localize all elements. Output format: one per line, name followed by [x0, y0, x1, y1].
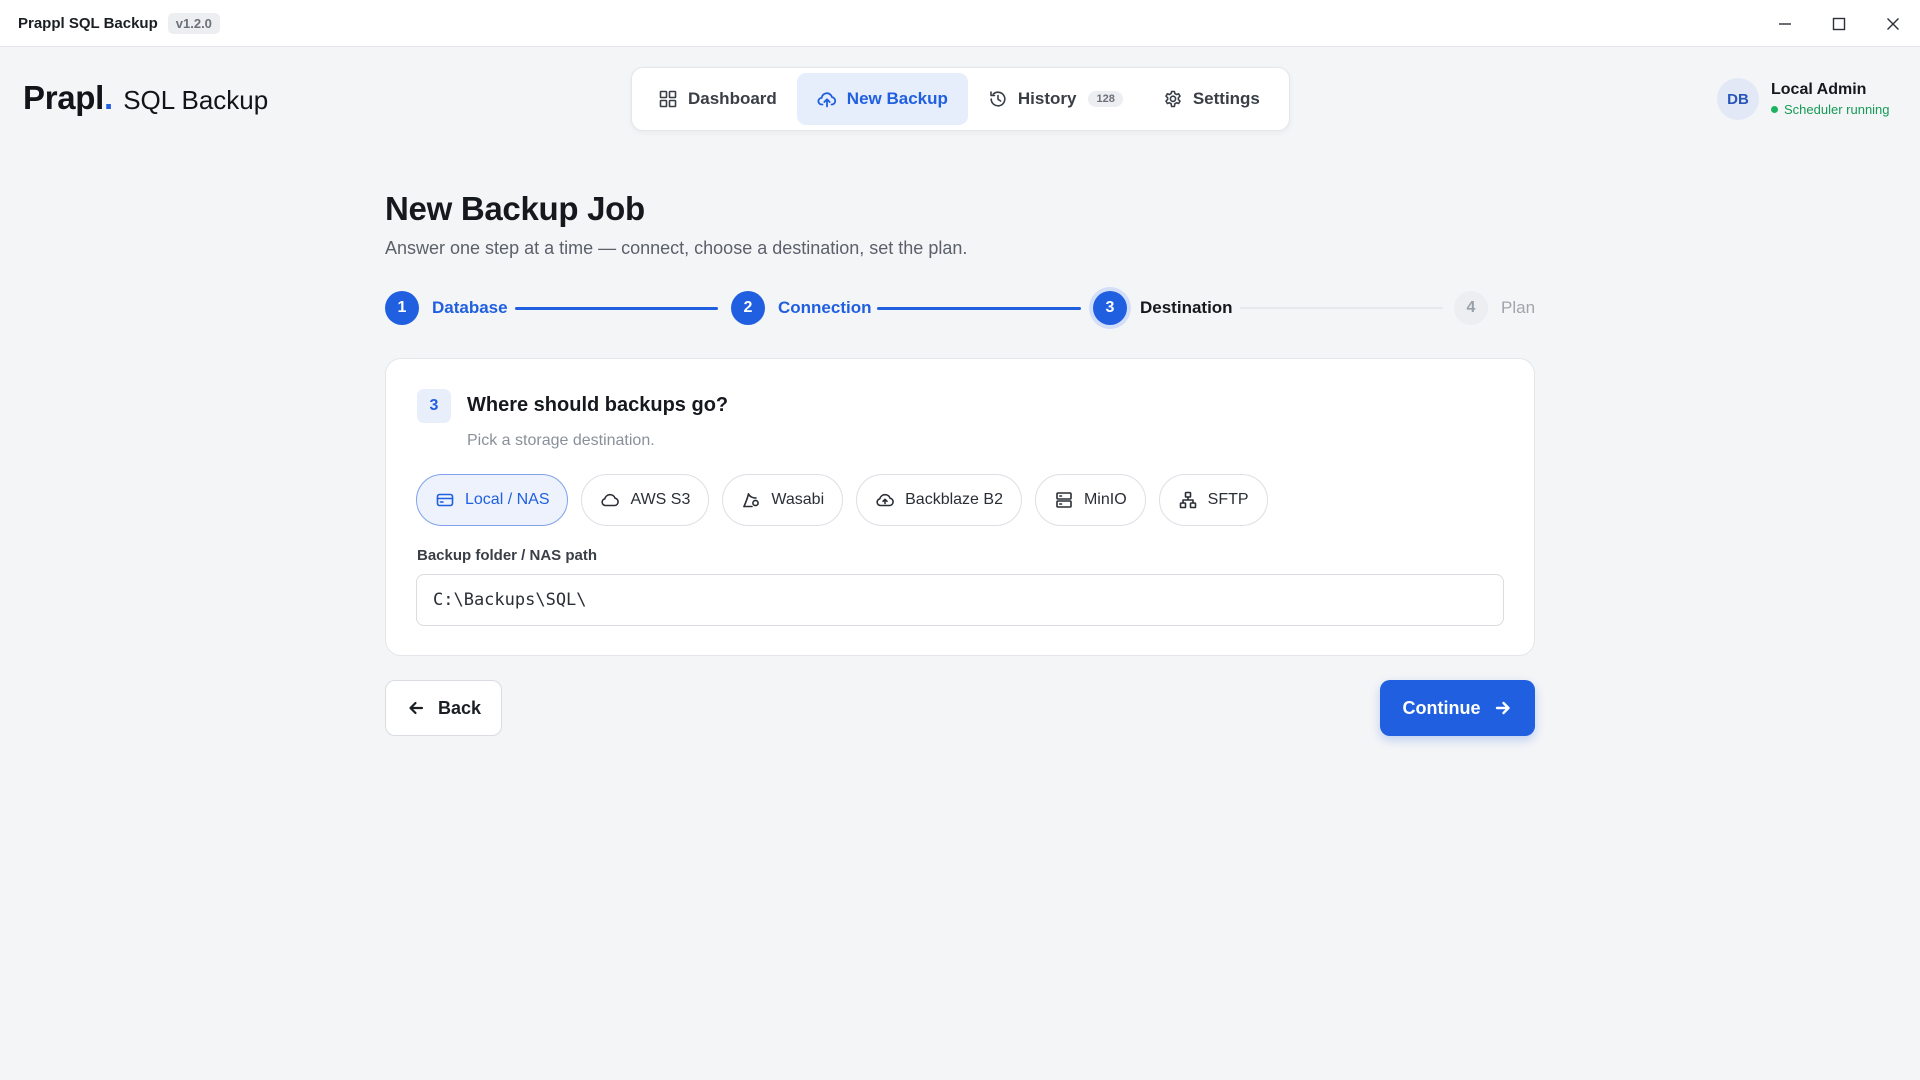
server-icon [1056, 492, 1072, 508]
destination-label: Backblaze B2 [905, 491, 1003, 508]
step-connector [515, 307, 718, 310]
step-connector [877, 307, 1081, 310]
back-button[interactable]: Back [385, 680, 502, 736]
brand-name: Prapl [23, 79, 105, 116]
question-number: 3 [417, 389, 451, 423]
status-dot-icon [1771, 106, 1778, 113]
destination-wasabi[interactable]: Wasabi [722, 474, 844, 526]
close-icon [1887, 17, 1899, 30]
main-nav: Dashboard New Backup History 128 Setting… [631, 67, 1290, 131]
arrow-left-icon [409, 701, 424, 715]
step-label: Destination [1140, 298, 1233, 317]
arrow-right-icon [1495, 701, 1510, 715]
nav-new-backup[interactable]: New Backup [796, 73, 968, 125]
step-connector [1240, 307, 1443, 309]
history-icon [990, 91, 1006, 107]
destination-label: Wasabi [771, 491, 825, 508]
question-hint: Pick a storage destination. [467, 432, 655, 449]
minimize-icon [1779, 22, 1791, 25]
close-button[interactable] [1866, 0, 1920, 47]
step-label: Database [432, 298, 508, 317]
avatar: DB [1717, 78, 1759, 120]
minimize-button[interactable] [1758, 0, 1812, 47]
gear-icon [1165, 90, 1181, 108]
destination-label: Local / NAS [465, 491, 550, 508]
destination-options: Local / NAS AWS S3 Wasabi Backblaze B2 M… [416, 474, 1268, 526]
step-label: Connection [778, 298, 872, 317]
step-number: 3 [1093, 291, 1127, 325]
destination-aws-s3[interactable]: AWS S3 [581, 474, 710, 526]
page-subtitle: Answer one step at a time — connect, cho… [385, 238, 968, 258]
back-label: Back [437, 697, 482, 718]
nav-settings[interactable]: Settings [1143, 73, 1280, 125]
cloud-icon [601, 493, 620, 507]
brand-product: SQL Backup [123, 85, 269, 115]
step-destination[interactable]: 3 Destination [1093, 290, 1233, 326]
destination-backblaze-b2[interactable]: Backblaze B2 [856, 474, 1022, 526]
cloud-storage-icon [876, 493, 894, 507]
step-database[interactable]: 1 Database [385, 290, 508, 326]
network-icon [1179, 491, 1196, 509]
step-label: Plan [1501, 298, 1536, 317]
backup-path-input[interactable] [416, 574, 1504, 626]
page-title: New Backup Job [385, 190, 645, 227]
user-info: Local Admin Scheduler running [1771, 81, 1890, 117]
version-badge: v1.2.0 [167, 12, 220, 34]
destination-card: 3 Where should backups go? Pick a storag… [385, 358, 1535, 656]
history-count-badge: 128 [1088, 91, 1123, 107]
maximize-icon [1832, 17, 1846, 30]
brand-logo: Prapl. SQL Backup [23, 79, 268, 117]
path-field-label: Backup folder / NAS path [417, 547, 598, 564]
scheduler-status-text: Scheduler running [1784, 102, 1890, 117]
destination-label: SFTP [1207, 491, 1249, 508]
user-profile[interactable]: DB Local Admin Scheduler running [1717, 78, 1890, 120]
scheduler-status: Scheduler running [1771, 102, 1890, 117]
step-number: 2 [731, 291, 765, 325]
nav-new-backup-label: New Backup [846, 89, 948, 108]
wasabi-icon [743, 493, 760, 508]
nav-dashboard[interactable]: Dashboard [638, 73, 797, 125]
user-name: Local Admin [1771, 81, 1867, 98]
wizard-stepper: 1 Database 2 Connection 3 Destination 4 … [385, 290, 1535, 326]
maximize-button[interactable] [1812, 0, 1866, 47]
destination-sftp[interactable]: SFTP [1158, 474, 1268, 526]
dashboard-grid-icon [659, 90, 677, 108]
nav-settings-label: Settings [1192, 89, 1260, 108]
window-controls [1758, 0, 1920, 47]
step-number: 1 [385, 291, 419, 325]
continue-button[interactable]: Continue [1380, 680, 1535, 736]
nav-history-label: History [1017, 89, 1077, 108]
destination-local-nas[interactable]: Local / NAS [416, 474, 569, 526]
continue-label: Continue [1402, 697, 1481, 718]
destination-minio[interactable]: MinIO [1034, 474, 1146, 526]
destination-label: AWS S3 [630, 491, 691, 508]
brand-dot: . [104, 79, 114, 116]
window-title: Prappl SQL Backup [18, 14, 158, 32]
nav-dashboard-label: Dashboard [688, 89, 777, 108]
question-title: Where should backups go? [467, 394, 729, 416]
step-plan[interactable]: 4 Plan [1454, 290, 1535, 326]
cloud-upload-icon [817, 92, 836, 108]
step-number: 4 [1454, 291, 1488, 325]
nav-history[interactable]: History 128 [968, 73, 1143, 125]
window-titlebar: Prappl SQL Backup v1.2.0 [0, 0, 1920, 47]
drive-icon [436, 493, 454, 507]
step-connection[interactable]: 2 Connection [731, 290, 872, 326]
destination-label: MinIO [1083, 491, 1127, 508]
